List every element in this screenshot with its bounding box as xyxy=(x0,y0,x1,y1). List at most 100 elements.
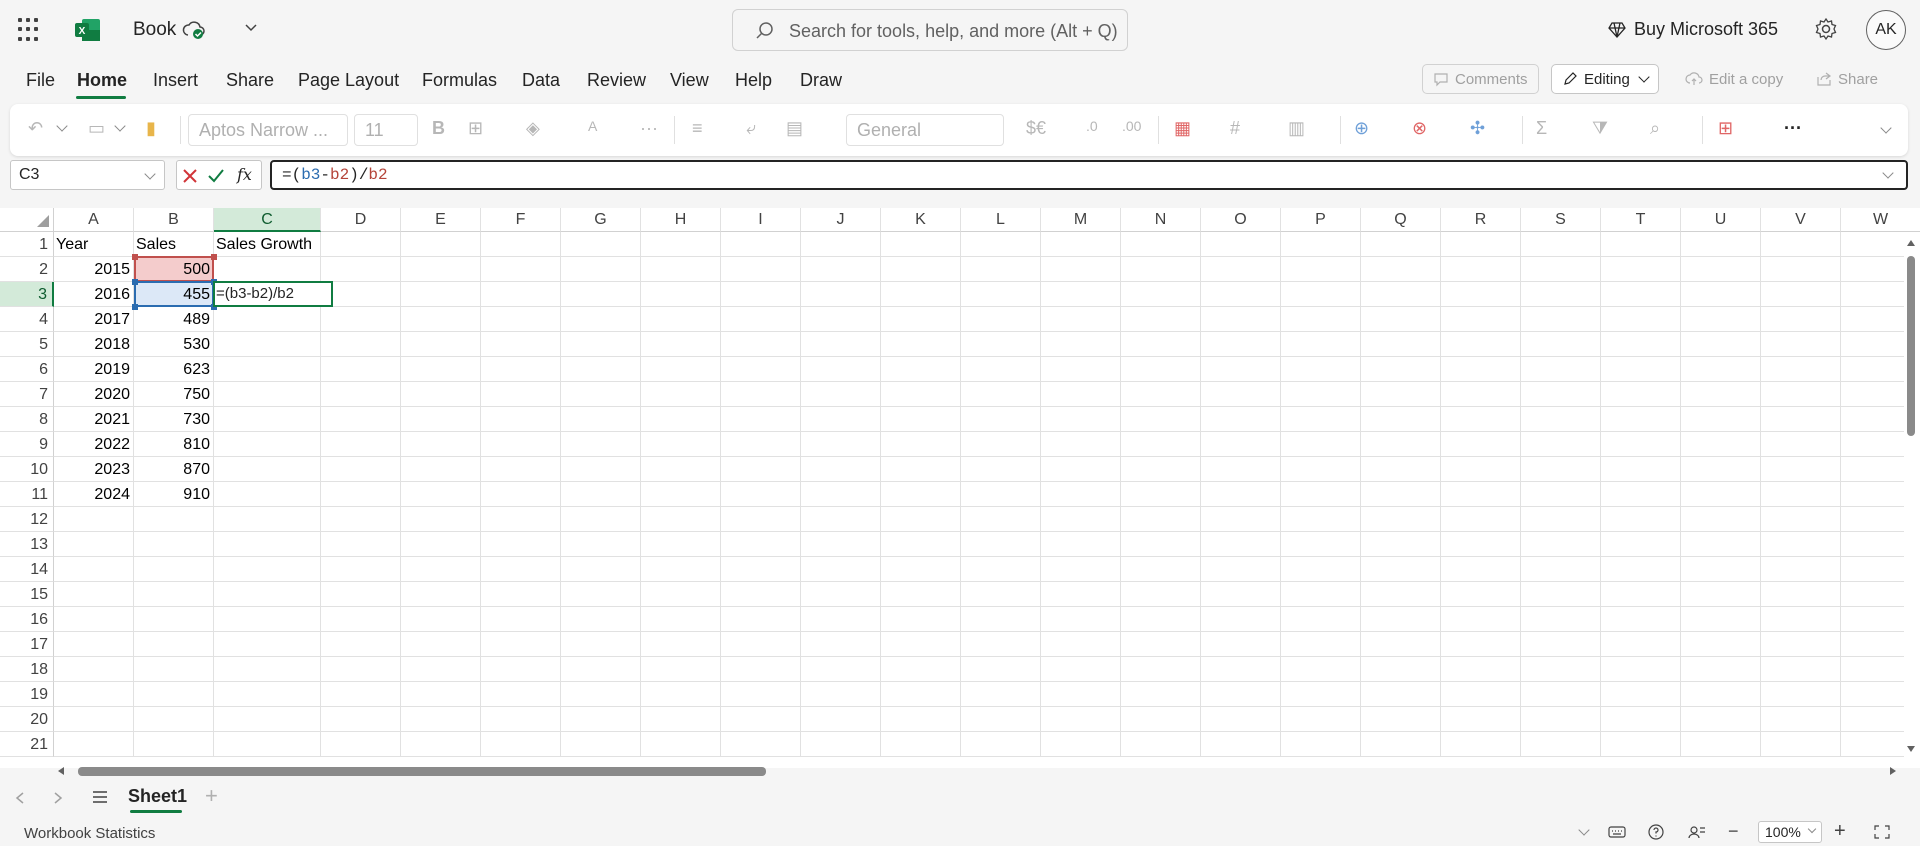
active-cell-c3[interactable]: =(b3-b2)/b2 xyxy=(213,281,333,307)
app-launcher-icon[interactable] xyxy=(18,18,42,42)
scroll-down-icon[interactable] xyxy=(1906,744,1916,754)
align-icon[interactable]: ≡ xyxy=(692,118,703,139)
cell-sales[interactable]: 455 xyxy=(136,282,212,307)
scroll-up-icon[interactable] xyxy=(1906,238,1916,248)
column-header-r[interactable]: R xyxy=(1441,208,1521,232)
decrease-decimal-icon[interactable]: .0 xyxy=(1086,118,1098,134)
conditional-format-icon[interactable]: ▦ xyxy=(1174,118,1191,139)
cell-sales[interactable]: 810 xyxy=(136,432,212,457)
column-header-v[interactable]: V xyxy=(1761,208,1841,232)
insert-function-button[interactable]: fx xyxy=(237,165,252,184)
edit-copy-button[interactable]: Edit a copy xyxy=(1675,64,1794,94)
cell-sales[interactable]: 870 xyxy=(136,457,212,482)
cell-sales[interactable]: 730 xyxy=(136,407,212,432)
merge-icon[interactable]: ▤ xyxy=(786,118,803,139)
check-icon[interactable] xyxy=(207,167,225,185)
row-header[interactable]: 5 xyxy=(0,332,54,357)
chevron-down-icon[interactable] xyxy=(244,20,258,34)
collapse-ribbon-icon[interactable] xyxy=(1880,122,1892,134)
cell-year[interactable]: 2020 xyxy=(56,382,132,407)
chevron-down-icon[interactable] xyxy=(56,120,68,132)
fullscreen-icon[interactable] xyxy=(1874,825,1890,839)
row-header[interactable]: 20 xyxy=(0,707,54,732)
tab-page-layout[interactable]: Page Layout xyxy=(298,70,399,91)
find-icon[interactable]: ⌕ xyxy=(1650,118,1660,139)
comments-button[interactable]: Comments xyxy=(1422,64,1539,94)
column-header-n[interactable]: N xyxy=(1121,208,1201,232)
column-header-w[interactable]: W xyxy=(1841,208,1920,232)
tab-draw[interactable]: Draw xyxy=(800,70,842,91)
vertical-scroll-thumb[interactable] xyxy=(1907,256,1915,436)
format-cells-icon[interactable]: ✣ xyxy=(1470,118,1485,139)
editing-mode-button[interactable]: Editing xyxy=(1551,64,1659,94)
column-header-j[interactable]: J xyxy=(801,208,881,232)
cell-styles-icon[interactable]: ▥ xyxy=(1288,118,1305,139)
borders-icon[interactable]: ⊞ xyxy=(468,118,483,139)
spreadsheet-grid[interactable]: ABCDEFGHIJKLMNOPQRSTUVW 1 2 3 4 5 6 7 8 9 10 11 12 1… xyxy=(0,208,1920,768)
delete-cells-icon[interactable]: ⊗ xyxy=(1412,118,1427,139)
column-header-b[interactable]: B xyxy=(134,208,214,232)
tab-file[interactable]: File xyxy=(26,70,55,91)
cell-b1[interactable]: Sales xyxy=(136,232,212,257)
tab-home[interactable]: Home xyxy=(77,70,127,91)
cell-year[interactable]: 2022 xyxy=(56,432,132,457)
tab-data[interactable]: Data xyxy=(522,70,560,91)
more-icon[interactable]: ··· xyxy=(640,118,658,139)
row-header[interactable]: 6 xyxy=(0,357,54,382)
column-header-u[interactable]: U xyxy=(1681,208,1761,232)
fill-color-icon[interactable]: ◈ xyxy=(526,118,540,139)
cell-year[interactable]: 2018 xyxy=(56,332,132,357)
name-box[interactable]: C3 xyxy=(10,160,165,190)
row-header[interactable]: 19 xyxy=(0,682,54,707)
column-header-t[interactable]: T xyxy=(1601,208,1681,232)
workbook-statistics-button[interactable]: Workbook Statistics xyxy=(24,825,155,842)
tab-insert[interactable]: Insert xyxy=(153,70,198,91)
cell-year[interactable]: 2019 xyxy=(56,357,132,382)
all-sheets-menu-icon[interactable] xyxy=(92,790,108,804)
row-header[interactable]: 16 xyxy=(0,607,54,632)
cell-sales[interactable]: 489 xyxy=(136,307,212,332)
clipboard-icon[interactable]: ▭ xyxy=(88,118,105,139)
column-header-f[interactable]: F xyxy=(481,208,561,232)
row-header[interactable]: 14 xyxy=(0,557,54,582)
zoom-out-button[interactable]: − xyxy=(1728,821,1739,842)
cell-a1[interactable]: Year xyxy=(56,232,132,257)
tab-view[interactable]: View xyxy=(670,70,709,91)
number-format-dropdown[interactable]: General xyxy=(846,114,1004,146)
feedback-icon[interactable] xyxy=(1688,824,1706,840)
more-options-icon[interactable]: ··· xyxy=(1784,118,1802,139)
row-header[interactable]: 9 xyxy=(0,432,54,457)
document-title[interactable]: Book xyxy=(133,19,176,41)
cell-year[interactable]: 2023 xyxy=(56,457,132,482)
font-name-dropdown[interactable]: Aptos Narrow ... xyxy=(188,114,348,146)
cell-year[interactable]: 2017 xyxy=(56,307,132,332)
cancel-icon[interactable] xyxy=(181,167,199,185)
row-header[interactable]: 4 xyxy=(0,307,54,332)
column-header-h[interactable]: H xyxy=(641,208,721,232)
expand-formula-bar-icon[interactable] xyxy=(1882,167,1894,179)
column-header-q[interactable]: Q xyxy=(1361,208,1441,232)
currency-button[interactable]: $€ xyxy=(1026,118,1046,139)
chevron-left-icon[interactable] xyxy=(14,791,26,805)
row-header[interactable]: 11 xyxy=(0,482,54,507)
horizontal-scroll-thumb[interactable] xyxy=(78,767,766,776)
bold-button[interactable]: B xyxy=(432,118,445,139)
cell-sales[interactable]: 500 xyxy=(136,257,212,282)
share-button[interactable]: Share xyxy=(1806,64,1889,94)
cell-year[interactable]: 2024 xyxy=(56,482,132,507)
add-ins-icon[interactable]: ⊞ xyxy=(1718,118,1733,139)
cell-sales[interactable]: 910 xyxy=(136,482,212,507)
row-header[interactable]: 18 xyxy=(0,657,54,682)
row-header[interactable]: 21 xyxy=(0,732,54,757)
font-size-dropdown[interactable]: 11 xyxy=(354,114,418,146)
buy-microsoft-365-link[interactable]: Buy Microsoft 365 xyxy=(1608,19,1778,40)
column-header-g[interactable]: G xyxy=(561,208,641,232)
scroll-right-icon[interactable] xyxy=(1888,766,1898,776)
tab-help[interactable]: Help xyxy=(735,70,772,91)
chevron-down-icon[interactable] xyxy=(114,120,126,132)
row-header[interactable]: 7 xyxy=(0,382,54,407)
row-header[interactable]: 12 xyxy=(0,507,54,532)
column-header-k[interactable]: K xyxy=(881,208,961,232)
insert-cells-icon[interactable]: ⊕ xyxy=(1354,118,1369,139)
keyboard-icon[interactable] xyxy=(1608,825,1626,839)
